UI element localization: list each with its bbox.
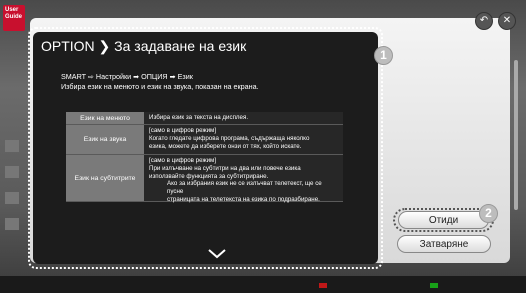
row-text-line: страницата на телетекста на езика по под… [167, 195, 320, 203]
row-text-line: езика, можете да изберете онзи от тях, к… [149, 142, 302, 150]
table-row: Език на менюто Избира език за текста на … [66, 112, 343, 125]
row-value: [само в цифров режим] При излъчване на с… [144, 155, 343, 203]
row-text-line: Ако за избрания език не се излъчват теле… [167, 180, 322, 196]
red-key-indicator [319, 283, 327, 288]
row-text-line: използвайте функцията за субтитриране. [149, 172, 269, 180]
row-label: Език на звука [66, 125, 144, 154]
row-text-line: Когато гледате цифрова програма, съдържа… [149, 134, 310, 142]
side-thumbnails [5, 140, 19, 244]
table-row: Език на субтитрите [само в цифров режим]… [66, 155, 343, 203]
thumbnail [5, 140, 19, 152]
close-icon[interactable]: ✕ [498, 12, 516, 30]
guide-badge-line1: User [5, 7, 19, 13]
row-label: Език на менюто [66, 112, 144, 124]
back-arrow-icon[interactable]: ↶ [475, 12, 493, 30]
row-text-line: Избира език за текста на дисплея. [149, 114, 249, 121]
thumbnail [5, 166, 19, 178]
row-text-line: [само в цифров режим] [149, 157, 217, 164]
dialog-title: OPTION ❯ За задаване на език [41, 38, 247, 54]
row-text-line: При излъчване на субтитри на два или пов… [149, 164, 301, 172]
row-value: [само в цифров режим] Когато гледате циф… [144, 125, 343, 154]
callout-2: 2 [479, 204, 498, 223]
option-dialog-highlight: OPTION ❯ За задаване на език SMART ⇨ Нас… [28, 27, 383, 269]
thumbnail [5, 192, 19, 204]
guide-badge-line2: Guide [5, 14, 23, 20]
menu-path: SMART ⇨ Настройки ➡ ОПЦИЯ ➡ Език [61, 72, 193, 81]
row-label: Език на субтитрите [66, 155, 144, 201]
callout-1: 1 [374, 46, 393, 65]
user-guide-badge: User Guide [3, 5, 25, 31]
bottom-bar [0, 276, 526, 293]
row-value: Избира език за текста на дисплея. [144, 112, 343, 124]
option-dialog: OPTION ❯ За задаване на език SMART ⇨ Нас… [33, 32, 378, 264]
go-button[interactable]: Отиди [398, 211, 489, 229]
language-options-table: Език на менюто Избира език за текста на … [66, 112, 343, 203]
top-icons: ↶ ✕ [475, 12, 516, 30]
table-row: Език на звука [само в цифров режим] Кога… [66, 125, 343, 155]
chevron-down-icon[interactable] [207, 249, 227, 259]
background-scrollbar[interactable] [514, 60, 518, 210]
dialog-description: Избира език на менюто и език на звука, п… [61, 82, 259, 91]
close-button[interactable]: Затваряне [397, 235, 491, 253]
thumbnail [5, 218, 19, 230]
row-text-line: [само в цифров режим] [149, 127, 217, 134]
green-key-indicator [430, 283, 438, 288]
